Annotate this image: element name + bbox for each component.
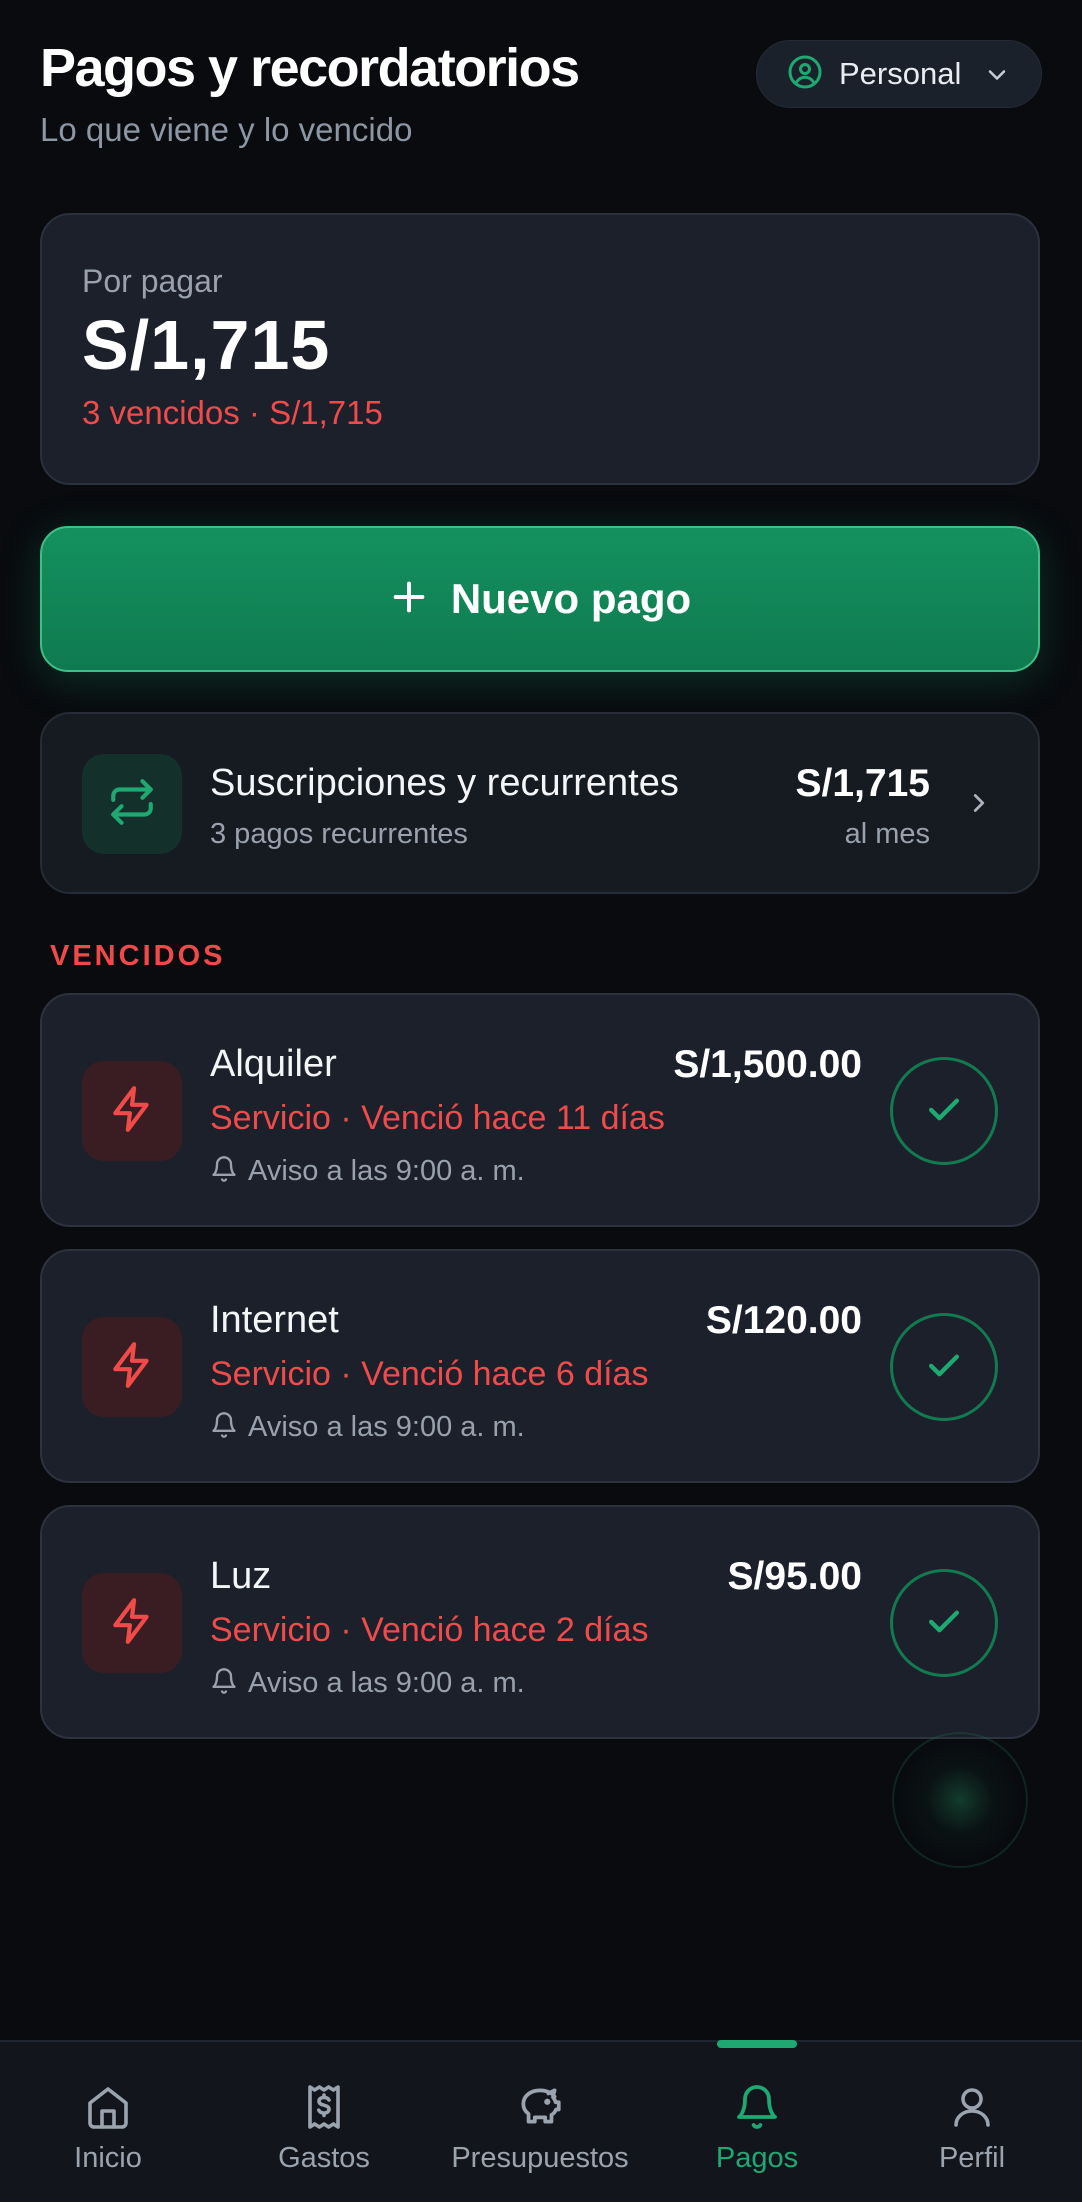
payment-reminder-text: Aviso a las 9:00 a. m. [248, 1155, 525, 1187]
payment-status: Servicio · Venció hace 11 días [210, 1099, 665, 1137]
check-icon [922, 1599, 966, 1648]
bolt-icon [107, 1340, 157, 1395]
bolt-icon [107, 1084, 157, 1139]
subscriptions-amount: S/1,715 [795, 762, 930, 805]
tab-label: Pagos [715, 2142, 799, 2174]
bolt-icon [107, 1596, 157, 1651]
piggy-bank-icon [515, 2080, 565, 2134]
payment-card[interactable]: Alquiler S/1,500.00 Servicio · Venció ha… [40, 993, 1040, 1227]
payment-reminder-text: Aviso a las 9:00 a. m. [248, 1667, 525, 1699]
mark-paid-button[interactable] [890, 1313, 998, 1421]
receipt-icon [300, 2080, 348, 2134]
payment-card[interactable]: Internet S/120.00 Servicio · Venció hace… [40, 1249, 1040, 1483]
payment-status: Servicio · Venció hace 6 días [210, 1355, 649, 1393]
payment-icon-box [82, 1061, 182, 1161]
check-icon [922, 1343, 966, 1392]
tab-label: Gastos [278, 2142, 370, 2174]
tab-label: Perfil [938, 2142, 1006, 2174]
payment-name: Alquiler [210, 1043, 337, 1085]
chevron-down-icon [983, 61, 1011, 94]
floating-action-glow[interactable] [892, 1732, 1028, 1868]
overdue-section-label: VENCIDOS [50, 940, 226, 972]
user-icon [948, 2080, 996, 2134]
tab-label: Presupuestos [451, 2142, 629, 2174]
payment-reminder: Aviso a las 9:00 a. m. [210, 1411, 525, 1444]
profile-label: Personal [839, 56, 962, 91]
tab-gastos[interactable]: Gastos [264, 2042, 384, 2202]
bell-icon [733, 2080, 781, 2134]
profile-selector[interactable]: Personal [756, 40, 1042, 108]
bell-icon [210, 1155, 238, 1188]
summary-card: Por pagar S/1,715 3 vencidos · S/1,715 [40, 213, 1040, 485]
repeat-icon [107, 777, 157, 832]
tab-perfil[interactable]: Perfil [912, 2042, 1032, 2202]
payment-icon-box [82, 1317, 182, 1417]
payment-amount: S/1,500.00 [673, 1043, 862, 1086]
payment-reminder-text: Aviso a las 9:00 a. m. [248, 1411, 525, 1443]
payment-card[interactable]: Luz S/95.00 Servicio · Venció hace 2 día… [40, 1505, 1040, 1739]
page-header: Pagos y recordatorios Lo que viene y lo … [40, 36, 1042, 166]
tab-label: Inicio [74, 2142, 142, 2174]
bell-icon [210, 1411, 238, 1444]
active-tab-indicator [717, 2040, 797, 2048]
chevron-right-icon [964, 788, 994, 823]
summary-amount: S/1,715 [82, 306, 331, 384]
tab-pagos[interactable]: Pagos [697, 2040, 817, 2202]
payment-amount: S/120.00 [705, 1299, 862, 1342]
tab-presupuestos[interactable]: Presupuestos [440, 2042, 640, 2202]
subscriptions-title: Suscripciones y recurrentes [210, 762, 679, 804]
bell-icon [210, 1667, 238, 1700]
payment-name: Luz [210, 1555, 272, 1597]
payment-amount: S/95.00 [727, 1555, 862, 1598]
mark-paid-button[interactable] [890, 1057, 998, 1165]
summary-overdue: 3 vencidos · S/1,715 [82, 394, 383, 431]
payment-status: Servicio · Venció hace 2 días [210, 1611, 649, 1649]
bottom-tab-bar: Inicio Gastos Presupuestos Pagos Perfil [0, 2040, 1082, 2202]
check-icon [922, 1087, 966, 1136]
payment-reminder: Aviso a las 9:00 a. m. [210, 1155, 525, 1188]
summary-label: Por pagar [82, 263, 223, 299]
subscriptions-icon-box [82, 754, 182, 854]
subscriptions-period: al mes [844, 818, 930, 850]
payment-icon-box [82, 1573, 182, 1673]
subscriptions-row[interactable]: Suscripciones y recurrentes 3 pagos recu… [40, 712, 1040, 894]
payment-name: Internet [210, 1299, 339, 1341]
subscriptions-count: 3 pagos recurrentes [210, 818, 468, 850]
user-circle-icon [787, 54, 823, 95]
mark-paid-button[interactable] [890, 1569, 998, 1677]
home-icon [84, 2080, 132, 2134]
new-payment-label: Nuevo pago [450, 575, 692, 622]
plus-icon [389, 577, 429, 622]
page-subtitle: Lo que viene y lo vencido [40, 111, 413, 148]
tab-inicio[interactable]: Inicio [48, 2042, 168, 2202]
payment-reminder: Aviso a las 9:00 a. m. [210, 1667, 525, 1700]
new-payment-button[interactable]: Nuevo pago [40, 526, 1040, 672]
